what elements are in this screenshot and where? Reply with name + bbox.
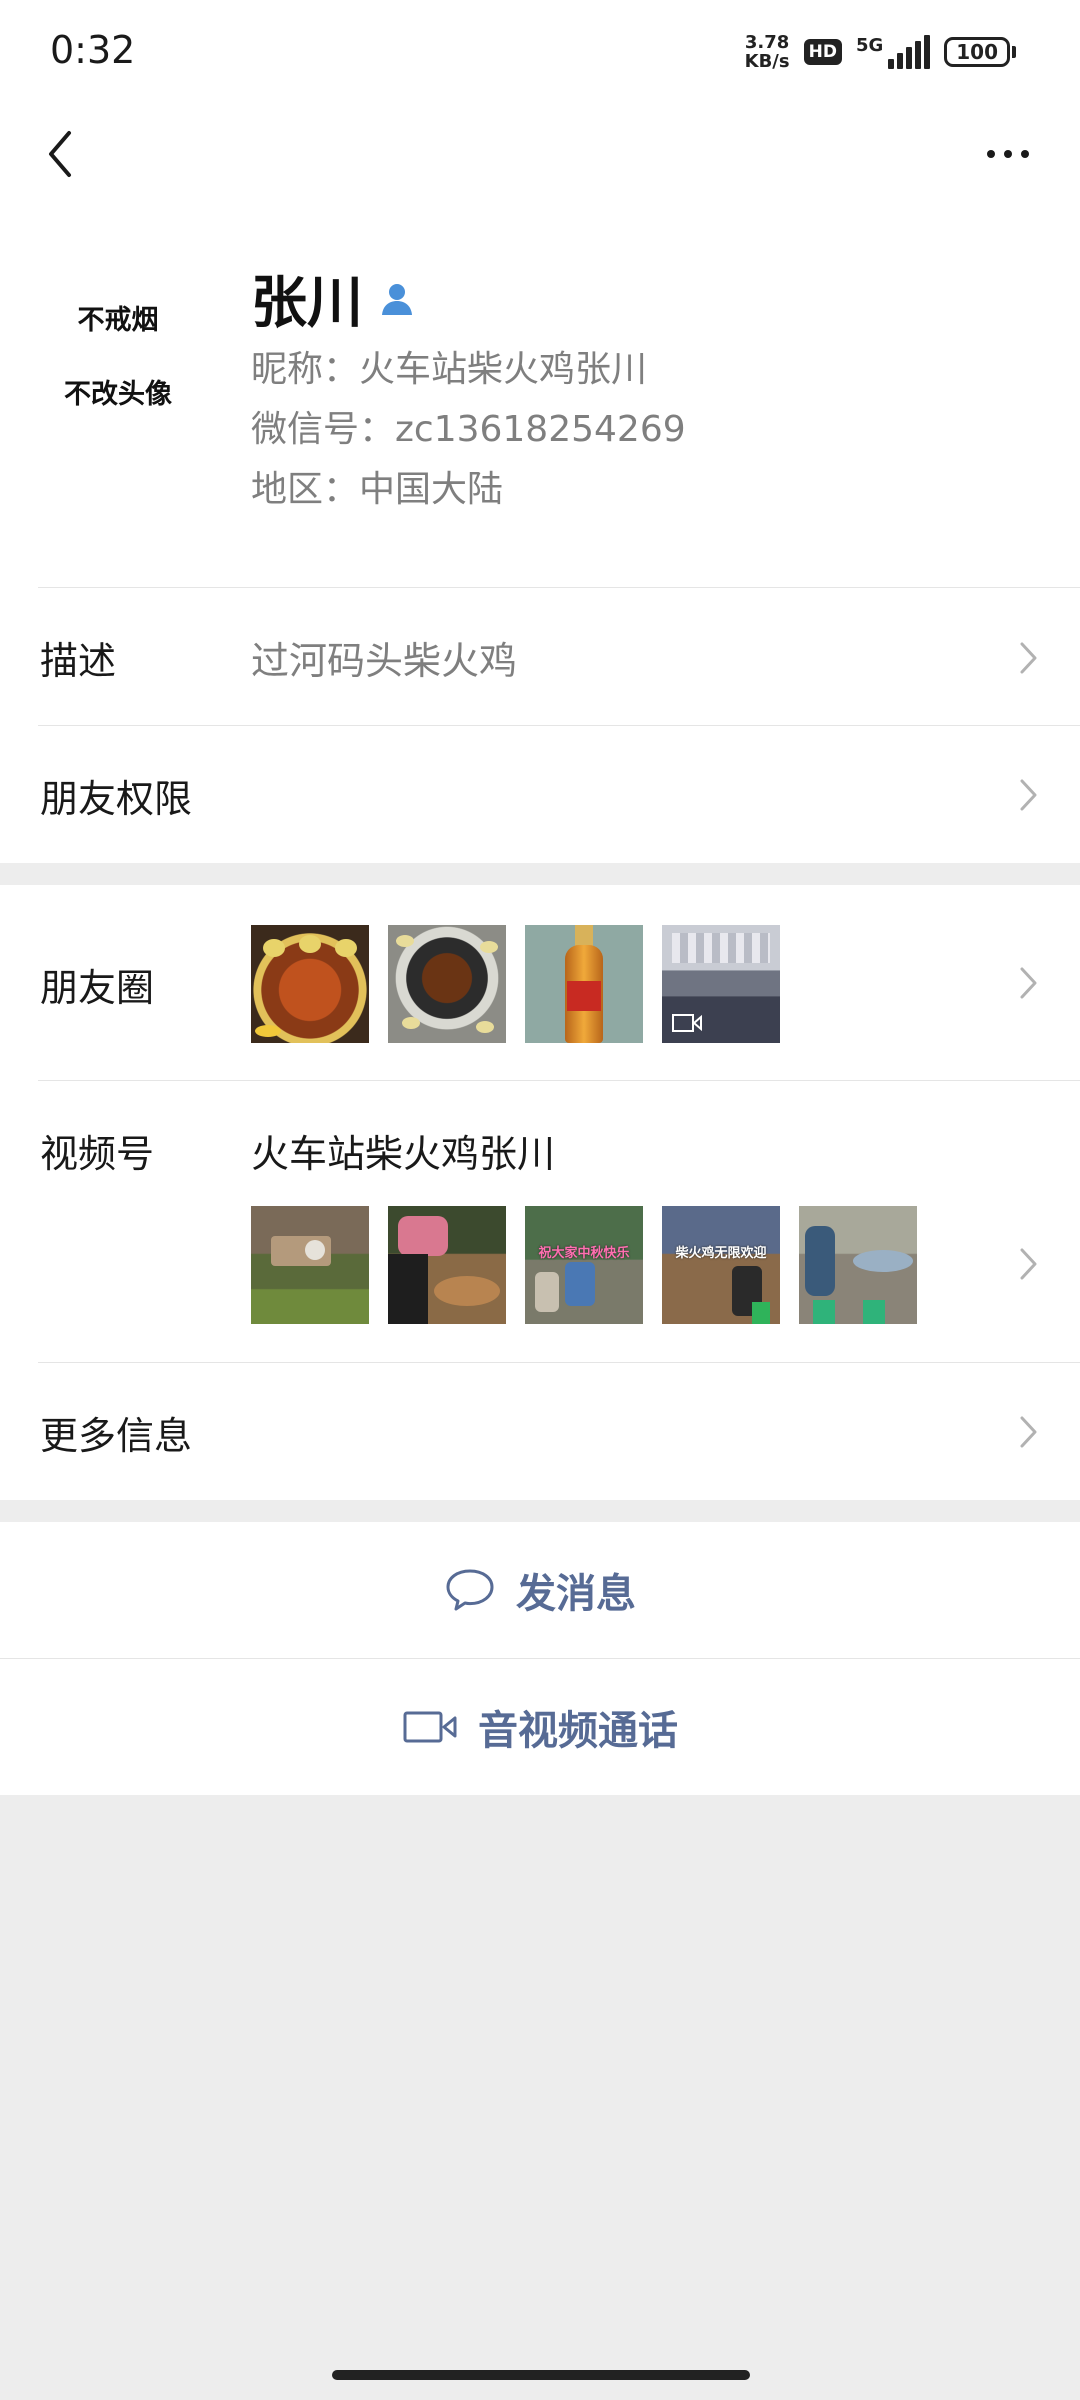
signal-icon: 5G (855, 35, 931, 69)
send-message-label: 发消息 (516, 1571, 636, 1617)
nav-bar (0, 100, 1080, 210)
send-message-button[interactable]: 发消息 (0, 1522, 1080, 1658)
channels-thumbnails: 祝大家中秋快乐 柴火鸡无限欢迎 (251, 1206, 917, 1324)
more-dots-icon (987, 150, 995, 158)
battery-level: 100 (944, 37, 1010, 67)
friend-permissions-row[interactable]: 朋友权限 (0, 726, 1080, 863)
chevron-right-icon (1020, 1248, 1037, 1280)
divider (38, 587, 1080, 588)
profile-card: 不戒烟 不改头像 张川 昵称：火车站柴火鸡张川 微信号：zc1361825426… (0, 210, 1080, 590)
moments-thumbnails (251, 925, 780, 1043)
status-bar: 0:32 3.78 KB/s HD 5G 100 (0, 0, 1080, 100)
name-row: 张川 (251, 258, 417, 339)
battery-icon: 100 (944, 37, 1016, 67)
video-call-icon (403, 1711, 457, 1743)
channels-video-5 (799, 1206, 917, 1324)
contact-name: 张川 (251, 271, 363, 336)
moments-video-4 (662, 925, 780, 1043)
description-label: 描述 (40, 639, 117, 683)
chevron-right-icon (1020, 779, 1037, 811)
region: 地区：中国大陆 (251, 469, 504, 510)
moments-label: 朋友圈 (40, 966, 155, 1010)
moments-photo-3 (525, 925, 643, 1043)
video-icon (672, 1014, 702, 1032)
chevron-right-icon (1020, 967, 1037, 999)
channels-row[interactable]: 视频号 火车站柴火鸡张川 祝大家中秋快乐 柴火鸡无限欢迎 (0, 1081, 1080, 1363)
nickname: 昵称：火车站柴火鸡张川 (251, 349, 648, 390)
network-speed: 3.78 KB/s (744, 32, 790, 72)
more-button[interactable] (966, 118, 1050, 190)
channels-video-2 (388, 1206, 506, 1324)
chevron-right-icon (1020, 642, 1037, 674)
av-call-button[interactable]: 音视频通话 (0, 1659, 1080, 1795)
description-value: 过河码头柴火鸡 (251, 639, 518, 683)
chevron-right-icon (1020, 1416, 1037, 1448)
permissions-label: 朋友权限 (40, 777, 193, 821)
hd-badge: HD (803, 39, 842, 65)
home-indicator[interactable] (332, 2370, 750, 2380)
back-button[interactable] (24, 118, 96, 190)
moments-row[interactable]: 朋友圈 (0, 885, 1080, 1081)
wechat-id: 微信号：zc13618254269 (251, 409, 686, 450)
av-call-label: 音视频通话 (478, 1708, 678, 1754)
moments-photo-2 (388, 925, 506, 1043)
more-info-row[interactable]: 更多信息 (0, 1363, 1080, 1500)
more-info-label: 更多信息 (40, 1414, 193, 1458)
description-row[interactable]: 描述 过河码头柴火鸡 (0, 590, 1080, 726)
chevron-left-icon (49, 131, 71, 177)
status-icons: 3.78 KB/s HD 5G 100 (745, 30, 1016, 74)
channels-video-3: 祝大家中秋快乐 (525, 1206, 643, 1324)
contact-person-icon (382, 283, 412, 315)
signal-label: 5G (855, 35, 884, 56)
channels-name: 火车站柴火鸡张川 (251, 1132, 556, 1176)
avatar[interactable]: 不戒烟 不改头像 (38, 262, 198, 422)
channels-video-1 (251, 1206, 369, 1324)
status-time: 0:32 (50, 28, 136, 72)
channels-label: 视频号 (40, 1132, 155, 1176)
chat-bubble-icon (446, 1569, 494, 1611)
moments-photo-1 (251, 925, 369, 1043)
channels-video-4: 柴火鸡无限欢迎 (662, 1206, 780, 1324)
